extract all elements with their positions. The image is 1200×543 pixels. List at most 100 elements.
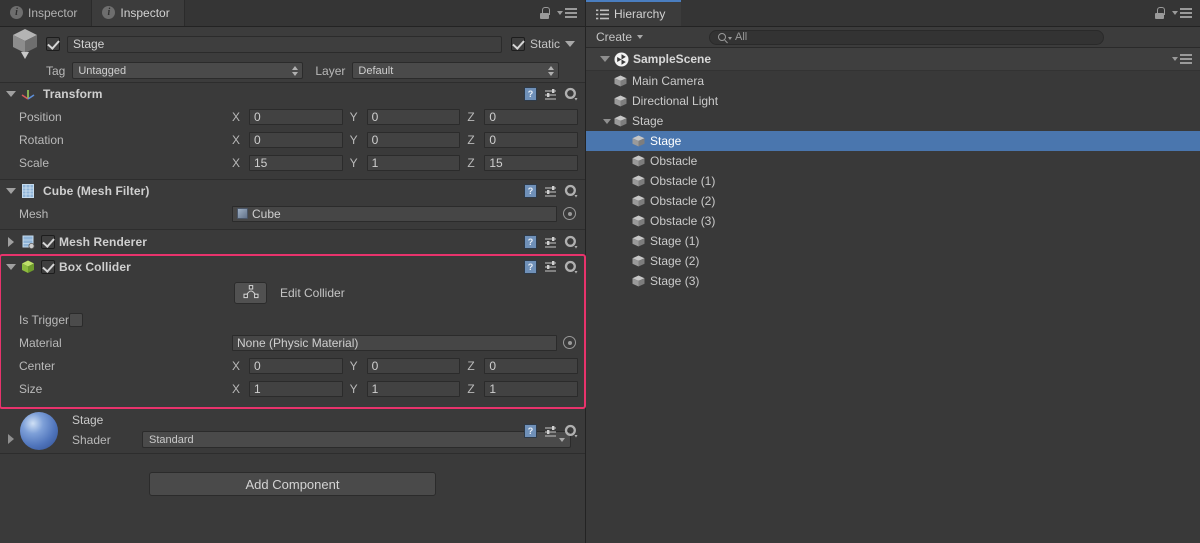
- is-trigger-row: Is Trigger: [0, 308, 585, 331]
- hierarchy-item-stage-3[interactable]: Stage (3): [586, 271, 1200, 291]
- cube-gameobject-icon: [613, 114, 628, 128]
- hierarchy-tab-label: Hierarchy: [614, 7, 666, 21]
- axis-x-label: X: [232, 109, 241, 124]
- scale-y-input[interactable]: 1: [366, 154, 461, 171]
- preset-icon[interactable]: [544, 236, 557, 249]
- mesh-renderer-header[interactable]: Mesh Renderer ?: [0, 230, 585, 254]
- position-z-input[interactable]: 0: [484, 108, 579, 125]
- rotation-z-input[interactable]: 0: [484, 131, 579, 148]
- mesh-filter-foldout[interactable]: [4, 188, 17, 194]
- size-x-input[interactable]: 1: [249, 380, 343, 397]
- gear-icon[interactable]: [564, 87, 578, 101]
- box-collider-foldout[interactable]: [4, 263, 17, 270]
- size-z-input[interactable]: 1: [484, 380, 579, 397]
- scale-z-input[interactable]: 15: [484, 154, 579, 171]
- preset-icon[interactable]: [544, 260, 557, 273]
- mesh-renderer-foldout[interactable]: [4, 237, 17, 247]
- static-dropdown-icon[interactable]: [565, 41, 575, 47]
- cube-gameobject-icon: [631, 174, 646, 188]
- edit-polygon-icon: [243, 284, 259, 302]
- create-button[interactable]: Create: [592, 30, 647, 44]
- add-component-button[interactable]: Add Component: [149, 472, 436, 496]
- position-x-input[interactable]: 0: [249, 108, 343, 125]
- hierarchy-item-stage-1[interactable]: Stage (1): [586, 231, 1200, 251]
- scene-foldout-icon[interactable]: [600, 56, 610, 62]
- axis-z-label: Z: [467, 381, 475, 396]
- hierarchy-item-obstacle-3[interactable]: Obstacle (3): [586, 211, 1200, 231]
- hierarchy-item-main-camera[interactable]: Main Camera: [586, 71, 1200, 91]
- hierarchy-item-stage-2[interactable]: Stage (2): [586, 251, 1200, 271]
- mesh-filter-header[interactable]: Cube (Mesh Filter) ?: [0, 180, 585, 202]
- collider-material-object-field[interactable]: None (Physic Material): [232, 334, 557, 351]
- lock-icon[interactable]: [539, 6, 550, 19]
- help-icon[interactable]: ?: [524, 235, 537, 249]
- material-name: Stage: [72, 413, 104, 427]
- box-collider-header[interactable]: Box Collider ?: [0, 255, 585, 278]
- position-y-input[interactable]: 0: [366, 108, 461, 125]
- edit-collider-button[interactable]: [234, 282, 267, 304]
- static-checkbox[interactable]: [510, 37, 525, 51]
- mesh-row: Mesh Cube: [0, 202, 585, 225]
- hierarchy-search-input[interactable]: All: [709, 29, 1105, 45]
- hamburger-menu-icon[interactable]: [1172, 7, 1192, 18]
- layer-dropdown[interactable]: Default: [352, 62, 560, 79]
- hamburger-menu-icon[interactable]: [557, 7, 577, 18]
- tag-dropdown[interactable]: Untagged: [72, 62, 304, 79]
- rotation-x-input[interactable]: 0: [249, 131, 343, 148]
- rotation-y-input[interactable]: 0: [366, 131, 461, 148]
- inspector-tab-tools: [539, 0, 585, 26]
- hierarchy-item-obstacle-2[interactable]: Obstacle (2): [586, 191, 1200, 211]
- lock-icon[interactable]: [1154, 6, 1165, 19]
- tab-inspector-2[interactable]: i Inspector: [92, 0, 185, 26]
- preset-icon[interactable]: [544, 185, 557, 198]
- transform-foldout[interactable]: [4, 91, 17, 97]
- hierarchy-list-icon: [596, 9, 609, 20]
- tab-inspector-1[interactable]: i Inspector: [0, 0, 93, 26]
- preset-icon[interactable]: [544, 425, 557, 438]
- scene-root-row[interactable]: SampleScene: [586, 48, 1200, 71]
- hierarchy-item-obstacle-1[interactable]: Obstacle (1): [586, 171, 1200, 191]
- hierarchy-item-label: Obstacle (2): [650, 194, 716, 208]
- create-label: Create: [596, 30, 633, 44]
- hierarchy-item-stage[interactable]: Stage: [586, 131, 1200, 151]
- box-collider-enabled-checkbox[interactable]: [41, 259, 55, 274]
- search-filter-chevron-icon[interactable]: [728, 37, 733, 40]
- rotation-vector: X 0 Y 0 Z 0: [232, 131, 585, 148]
- hierarchy-item-foldout[interactable]: [600, 118, 613, 124]
- gear-icon[interactable]: [564, 260, 578, 274]
- center-x-input[interactable]: 0: [249, 357, 343, 374]
- gameobject-name-input[interactable]: Stage: [67, 35, 502, 53]
- tab-label: Inspector: [28, 5, 78, 20]
- scene-name: SampleScene: [633, 52, 712, 66]
- gameobject-enabled-checkbox[interactable]: [46, 37, 60, 51]
- collider-material-picker-icon[interactable]: [563, 336, 576, 349]
- transform-title: Transform: [43, 87, 103, 101]
- help-icon[interactable]: ?: [524, 87, 537, 101]
- hierarchy-item-obstacle[interactable]: Obstacle: [586, 151, 1200, 171]
- scene-context-menu-icon[interactable]: [1172, 54, 1192, 64]
- help-icon[interactable]: ?: [524, 424, 537, 438]
- help-icon[interactable]: ?: [524, 259, 537, 274]
- shader-dropdown[interactable]: Standard: [142, 431, 571, 448]
- size-y-input[interactable]: 1: [366, 380, 461, 397]
- mesh-object-field[interactable]: Cube: [232, 205, 557, 222]
- mesh-object-picker-icon[interactable]: [563, 207, 576, 220]
- center-y-input[interactable]: 0: [366, 357, 461, 374]
- size-label: Size: [19, 381, 43, 396]
- mesh-renderer-enabled-checkbox[interactable]: [41, 235, 55, 249]
- help-icon[interactable]: ?: [524, 184, 537, 198]
- center-z-input[interactable]: 0: [484, 357, 579, 374]
- is-trigger-checkbox[interactable]: [69, 312, 84, 327]
- gear-icon[interactable]: [564, 235, 578, 249]
- hierarchy-item-directional-light[interactable]: Directional Light: [586, 91, 1200, 111]
- scale-x-input[interactable]: 15: [249, 154, 343, 171]
- tab-hierarchy[interactable]: Hierarchy: [586, 0, 682, 26]
- transform-header[interactable]: Transform ?: [0, 83, 585, 105]
- transform-position-row: Position X 0 Y 0 Z 0: [0, 105, 585, 128]
- material-foldout[interactable]: [4, 408, 18, 454]
- preset-icon[interactable]: [544, 88, 557, 101]
- cube-gameobject-icon: [631, 274, 646, 288]
- hierarchy-item-stage[interactable]: Stage: [586, 111, 1200, 131]
- gear-icon[interactable]: [564, 184, 578, 198]
- gear-icon[interactable]: [564, 424, 578, 438]
